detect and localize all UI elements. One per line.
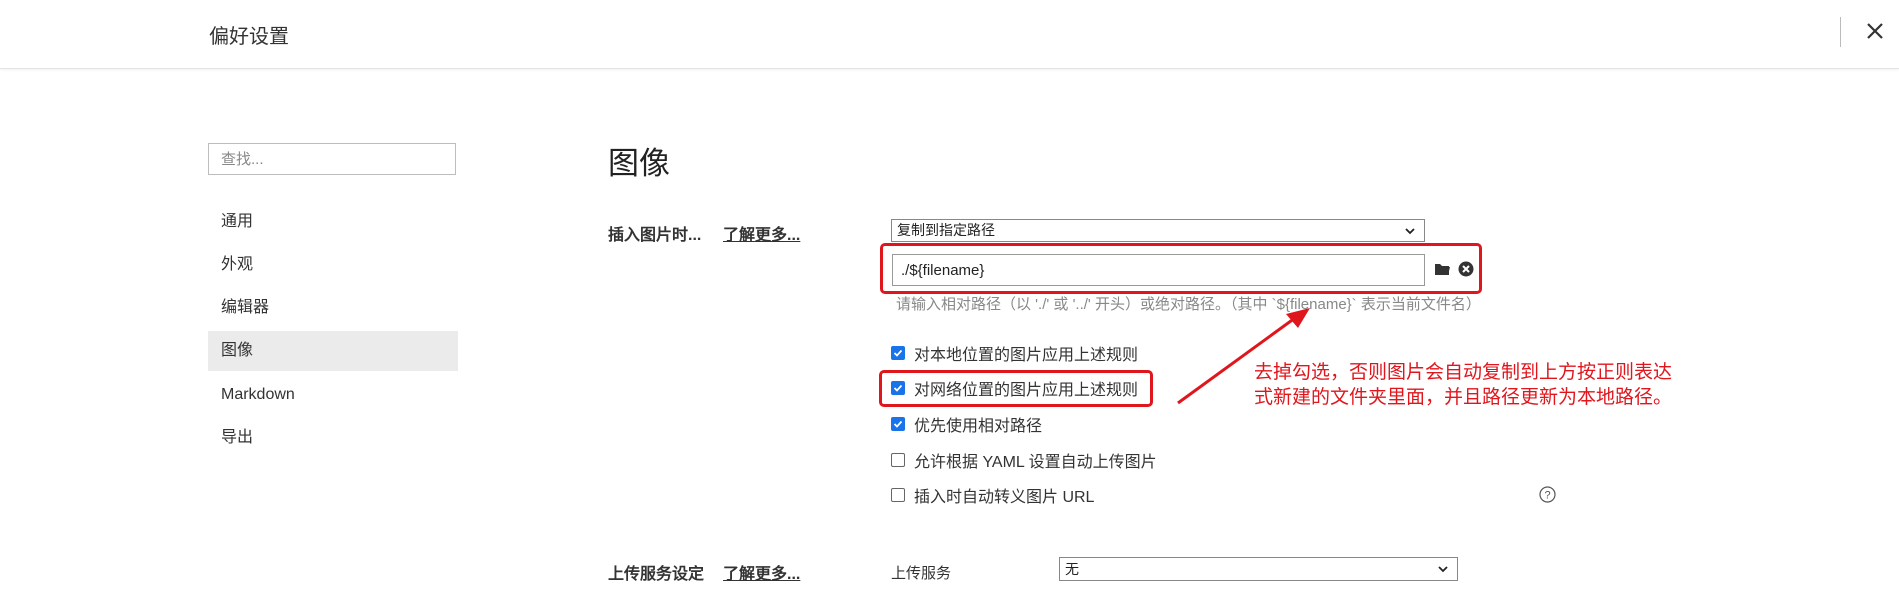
annotation-line-2: 式新建的文件夹里面，并且路径更新为本地路径。 bbox=[1254, 387, 1673, 408]
annotation-line-1: 去掉勾选，否则图片会自动复制到上方按正则表达 bbox=[1254, 362, 1673, 383]
annotation-arrow bbox=[1177, 308, 1310, 405]
annotation-text: 去掉勾选，否则图片会自动复制到上方按正则表达 式新建的文件夹里面，并且路径更新为… bbox=[1254, 360, 1672, 410]
